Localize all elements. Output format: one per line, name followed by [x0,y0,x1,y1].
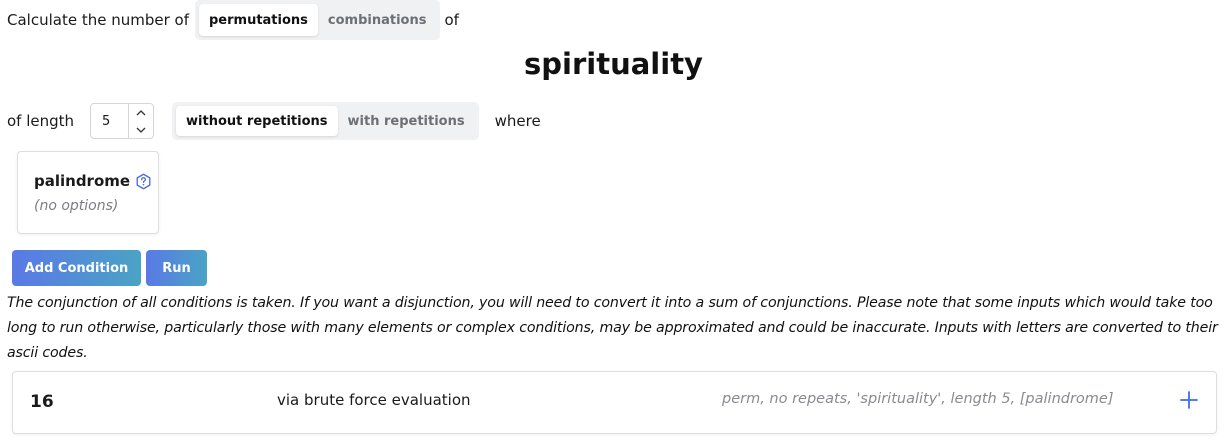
length-label: of length [7,112,75,130]
calculation-type-row: Calculate the number of permutations com… [7,0,459,40]
calculate-prefix: Calculate the number of [7,11,189,29]
run-button[interactable]: Run [146,250,207,286]
of-label: of [444,11,459,29]
permutations-option[interactable]: permutations [198,4,318,36]
condition-name: palindrome [34,172,131,190]
combinations-option[interactable]: combinations [318,4,437,36]
condition-header: palindrome [34,172,158,190]
without-repetitions-option[interactable]: without repetitions [176,106,338,136]
with-repetitions-option[interactable]: with repetitions [338,106,475,136]
stepper-arrows [128,104,153,138]
result-card: 16 via brute force evaluation perm, no r… [12,371,1217,434]
plus-icon[interactable] [1179,390,1199,410]
length-value[interactable]: 5 [91,104,128,138]
increment-icon[interactable] [129,104,153,121]
conjunction-note: The conjunction of all conditions is tak… [7,295,1218,361]
length-stepper[interactable]: 5 [90,103,155,139]
condition-options: (no options) [34,198,119,214]
condition-card: palindrome (no options) [17,151,159,234]
where-label: where [494,112,541,130]
result-method: via brute force evaluation [277,391,471,409]
question-hexagon-icon[interactable] [135,173,152,190]
input-word: spirituality [524,47,703,81]
result-count: 16 [30,392,54,412]
result-description: perm, no repeats, 'spirituality', length… [722,391,1114,407]
add-condition-button[interactable]: Add Condition [12,250,141,286]
repetition-toggle: without repetitions with repetitions [172,102,479,140]
length-row: of length 5 without repetitions with rep… [7,102,541,140]
decrement-icon[interactable] [129,121,153,138]
type-toggle: permutations combinations [194,0,441,40]
